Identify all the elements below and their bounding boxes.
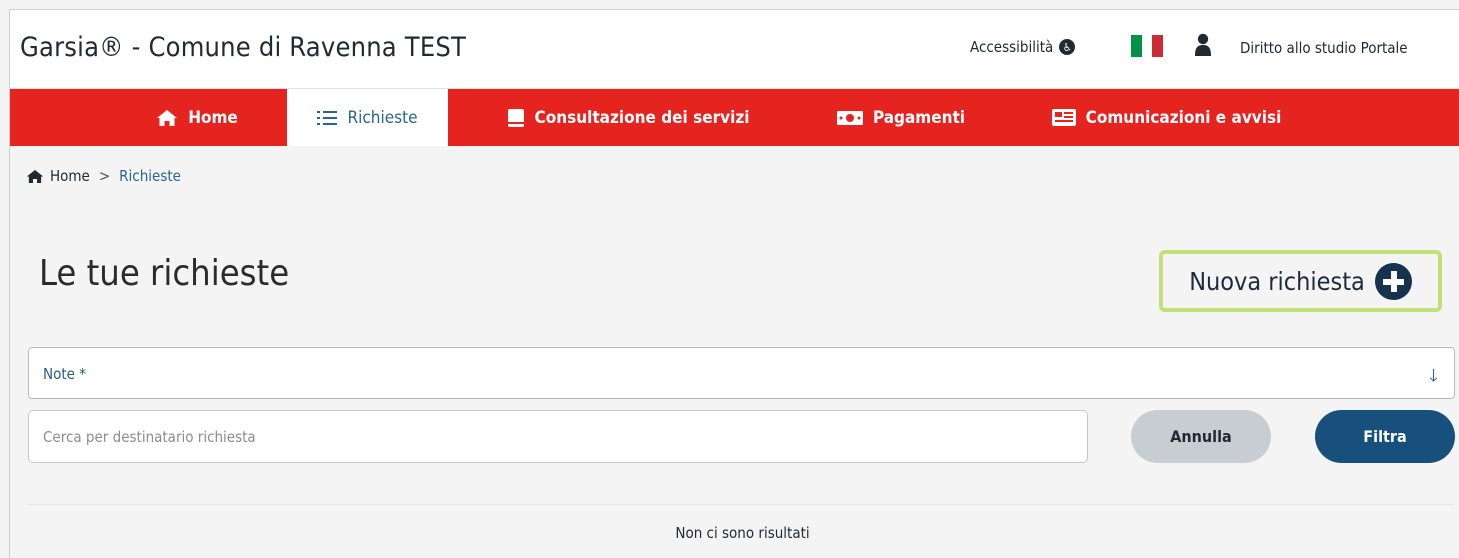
home-icon[interactable] (26, 169, 44, 184)
filter-button[interactable]: Filtra (1315, 410, 1455, 463)
nav-comunicazioni-label: Comunicazioni e avvisi (1085, 107, 1282, 128)
nav-comunicazioni-avvisi[interactable]: Comunicazioni e avvisi (1040, 89, 1293, 146)
app-window: Garsia® - Comune di Ravenna TEST Accessi… (9, 9, 1459, 558)
note-select[interactable]: Note * 🡓 (28, 347, 1455, 399)
accessibility-link[interactable]: Accessibilità ♿ (970, 38, 1076, 56)
newspaper-icon (1051, 109, 1076, 126)
note-select-label: Note * (43, 365, 86, 383)
accessibility-label: Accessibilità (970, 38, 1054, 56)
nav-home[interactable]: Home (142, 89, 252, 146)
breadcrumb: Home > Richieste (26, 167, 181, 185)
plus-circle-icon (1374, 262, 1412, 300)
list-icon (317, 110, 338, 125)
nav-richieste[interactable]: Richieste (287, 89, 448, 146)
nav-home-label: Home (188, 107, 238, 128)
home-icon (157, 109, 178, 126)
page-title: Le tue richieste (39, 253, 290, 294)
accessibility-icon: ♿ (1059, 39, 1076, 55)
breadcrumb-current[interactable]: Richieste (119, 167, 181, 185)
divider (28, 504, 1455, 505)
italian-flag-icon[interactable] (1131, 35, 1164, 57)
breadcrumb-separator: > (98, 167, 111, 185)
nav-consultazione-label: Consultazione dei servizi (534, 107, 750, 128)
nav-consultazione-servizi[interactable]: Consultazione dei servizi (495, 89, 761, 146)
book-icon (507, 108, 524, 127)
new-request-label: Nuova richiesta (1189, 266, 1365, 296)
flag-green-stripe (1131, 35, 1142, 57)
top-header: Garsia® - Comune di Ravenna TEST Accessi… (10, 10, 1459, 89)
money-icon (836, 110, 863, 125)
arrow-down-icon: 🡓 (1429, 366, 1438, 386)
flag-red-stripe (1152, 35, 1164, 57)
nav-richieste-label: Richieste (347, 107, 418, 128)
nav-pagamenti-label: Pagamenti (872, 107, 966, 128)
empty-results-message: Non ci sono risultati (675, 524, 810, 542)
search-input[interactable] (28, 410, 1088, 463)
portal-link[interactable]: Diritto allo studio Portale (1240, 39, 1408, 57)
nav-pagamenti[interactable]: Pagamenti (828, 89, 974, 146)
flag-white-stripe (1141, 35, 1153, 57)
app-title: Garsia® - Comune di Ravenna TEST (20, 32, 467, 63)
breadcrumb-home[interactable]: Home (50, 167, 90, 185)
user-icon[interactable] (1194, 33, 1212, 57)
new-request-button[interactable]: Nuova richiesta (1159, 250, 1442, 312)
main-nav: Home Richieste Consultazione dei servizi (10, 89, 1459, 146)
cancel-button[interactable]: Annulla (1131, 410, 1271, 463)
